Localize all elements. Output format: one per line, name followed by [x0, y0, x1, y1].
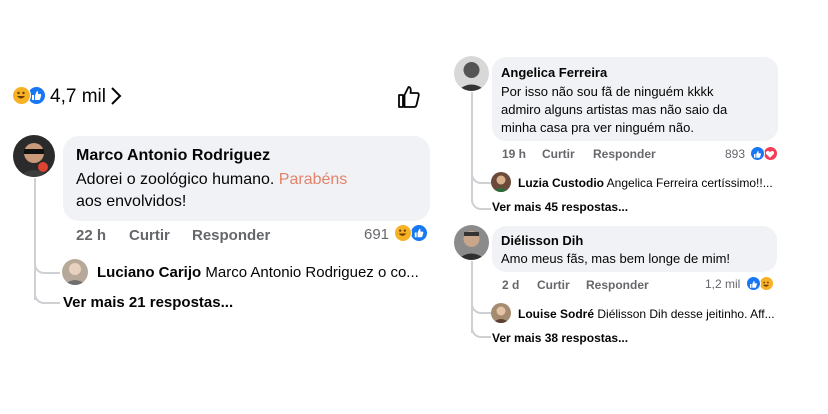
reply-line: Luciano Carijo Marco Antonio Rodriguez o…	[97, 264, 427, 281]
reaction-total[interactable]: 4,7 mil	[50, 86, 106, 108]
reply-author[interactable]: Luzia Custodio	[518, 176, 604, 190]
avatar[interactable]	[454, 56, 489, 91]
comment-time[interactable]: 22 h	[76, 227, 106, 244]
like-button[interactable]: Curtir	[129, 227, 170, 244]
reply-avatar[interactable]	[62, 259, 88, 285]
comment-bubble: Marco Antonio Rodriguez Adorei o zoológi…	[63, 136, 430, 221]
like-button[interactable]: Curtir	[542, 147, 575, 161]
comment-text: Adorei o zoológico humano. Parabéns aos …	[76, 169, 416, 213]
like-reaction-icon	[750, 146, 765, 161]
comment-time[interactable]: 2 d	[502, 278, 519, 292]
comment-text-line: admiro alguns artistas mas não saio da	[501, 102, 728, 117]
reply-avatar[interactable]	[491, 172, 511, 192]
avatar[interactable]	[13, 135, 55, 177]
reply-button[interactable]: Responder	[192, 227, 270, 244]
comment-text-line: minha casa pra ver ninguém não.	[501, 120, 694, 135]
comment-author[interactable]: Marco Antonio Rodriguez	[76, 147, 270, 165]
comment-bubble: Angelica Ferreira Por isso não sou fã de…	[492, 57, 778, 141]
thread-connector	[34, 288, 60, 304]
reply-text: Diélisson Dih desse jeitinho. Aff...	[597, 307, 775, 321]
thread-connector	[471, 170, 491, 184]
reply-line: Luzia Custodio Angelica Ferreira certíss…	[518, 176, 778, 190]
thread-connector	[471, 300, 491, 314]
reply-author[interactable]: Louise Sodré	[518, 307, 594, 321]
reply-text: Marco Antonio Rodriguez o co...	[205, 264, 419, 281]
thread-connector	[471, 196, 491, 210]
view-more-replies[interactable]: Ver mais 45 respostas...	[492, 200, 628, 214]
reply-avatar[interactable]	[491, 303, 511, 323]
love-reaction-icon	[763, 146, 778, 161]
view-more-replies[interactable]: Ver mais 38 respostas...	[492, 331, 628, 345]
comment-bubble: Diélisson Dih Amo meus fãs, mas bem long…	[492, 226, 777, 272]
comment-author[interactable]: Angelica Ferreira	[501, 65, 607, 80]
comment-time[interactable]: 19 h	[502, 147, 526, 161]
like-reaction-icon	[410, 224, 428, 242]
reaction-count[interactable]: 691	[364, 226, 389, 243]
comment-text-line: Por isso não sou fã de ninguém kkkk	[501, 84, 714, 99]
haha-reaction-icon	[394, 224, 412, 242]
chevron-right-icon[interactable]	[110, 86, 122, 111]
reply-button[interactable]: Responder	[593, 147, 656, 161]
like-reaction-icon	[746, 276, 761, 291]
view-more-replies[interactable]: Ver mais 21 respostas...	[63, 294, 233, 311]
like-button[interactable]: Curtir	[537, 278, 570, 292]
thread-line	[471, 261, 473, 333]
reaction-count[interactable]: 893	[725, 147, 745, 161]
comment-text: Amo meus fãs, mas bem longe de mim!	[501, 251, 731, 266]
haha-reaction-icon	[12, 86, 31, 105]
reply-line: Louise Sodré Diélisson Dih desse jeitinh…	[518, 307, 778, 321]
haha-reaction-icon	[759, 276, 774, 291]
reply-text: Angelica Ferreira certíssimo!!...	[606, 176, 773, 190]
comment-author[interactable]: Diélisson Dih	[501, 233, 583, 248]
thread-connector	[471, 324, 491, 338]
thread-line	[34, 178, 36, 300]
comment-text-highlight: Parabéns	[278, 171, 348, 188]
reply-button[interactable]: Responder	[586, 278, 649, 292]
thumbs-up-icon[interactable]	[396, 84, 422, 115]
thread-connector	[34, 258, 60, 274]
comment-text: Por isso não sou fã de ninguém kkkk admi…	[501, 83, 727, 137]
reply-author[interactable]: Luciano Carijo	[97, 264, 201, 281]
comment-text-part1: Adorei o zoológico humano.	[76, 171, 279, 188]
thread-line	[471, 92, 473, 202]
comment-text-part2: aos envolvidos!	[76, 193, 187, 210]
reaction-count[interactable]: 1,2 mil	[705, 277, 740, 291]
avatar[interactable]	[454, 225, 489, 260]
